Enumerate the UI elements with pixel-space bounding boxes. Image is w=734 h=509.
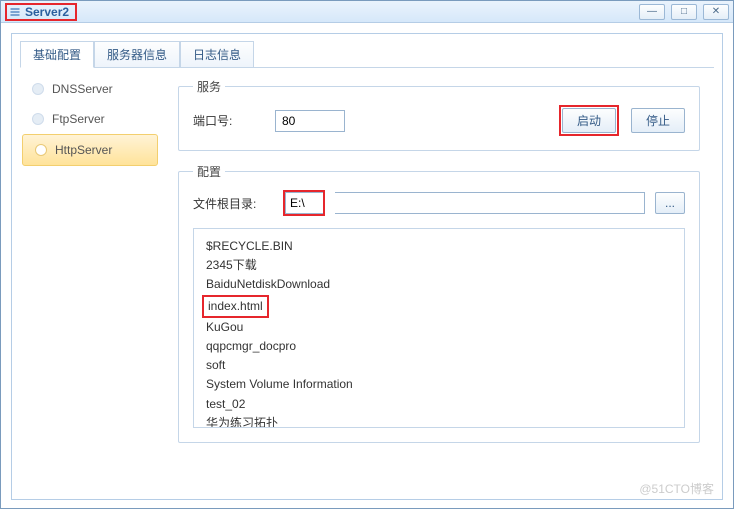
sidebar-item-dns[interactable]: DNSServer <box>20 74 160 104</box>
file-list[interactable]: $RECYCLE.BIN2345下载BaiduNetdiskDownloadin… <box>193 228 685 428</box>
status-dot-icon <box>32 113 44 125</box>
window-controls: — □ ✕ <box>639 4 729 20</box>
file-item[interactable]: qqpcmgr_docpro <box>206 337 672 356</box>
stop-button[interactable]: 停止 <box>631 108 685 133</box>
start-button-highlight: 启动 <box>559 105 619 136</box>
content-area: 基础配置 服务器信息 日志信息 DNSServer FtpServer <box>1 23 733 508</box>
file-item[interactable]: System Volume Information <box>206 375 672 394</box>
server-sidebar: DNSServer FtpServer HttpServer <box>20 68 160 492</box>
close-button[interactable]: ✕ <box>703 4 729 20</box>
tab-basic[interactable]: 基础配置 <box>20 41 94 68</box>
file-item[interactable]: test_02 <box>206 395 672 414</box>
port-label: 端口号: <box>193 112 263 129</box>
root-input-highlight <box>283 190 325 216</box>
file-item[interactable]: index.html <box>206 295 672 318</box>
file-item[interactable]: 2345下载 <box>206 256 672 275</box>
file-item[interactable]: BaiduNetdiskDownload <box>206 275 672 294</box>
status-dot-icon <box>32 83 44 95</box>
app-icon <box>9 6 21 18</box>
tab-serverinfo[interactable]: 服务器信息 <box>94 41 180 68</box>
sidebar-item-ftp[interactable]: FtpServer <box>20 104 160 134</box>
sidebar-item-label: FtpServer <box>52 112 105 126</box>
body-split: DNSServer FtpServer HttpServer 服务 <box>20 67 714 492</box>
browse-button[interactable]: ... <box>655 192 685 214</box>
service-group: 服务 端口号: 启动 停止 <box>178 78 700 151</box>
root-dir-input-ext[interactable] <box>335 192 645 214</box>
root-dir-input[interactable] <box>285 192 323 214</box>
maximize-button[interactable]: □ <box>671 4 697 20</box>
app-window: Server2 — □ ✕ 基础配置 服务器信息 日志信息 DNSServer <box>0 0 734 509</box>
file-item[interactable]: $RECYCLE.BIN <box>206 237 672 256</box>
watermark: @51CTO博客 <box>639 480 714 497</box>
tab-bar: 基础配置 服务器信息 日志信息 <box>20 40 714 67</box>
file-item[interactable]: KuGou <box>206 318 672 337</box>
file-item[interactable]: 华为练习拓扑 <box>206 414 672 428</box>
status-dot-icon <box>35 144 47 156</box>
titlebar: Server2 — □ ✕ <box>1 1 733 23</box>
window-title: Server2 <box>25 5 69 19</box>
config-group: 配置 文件根目录: ... $RECYCLE.BIN2345下载BaiduNet… <box>178 163 700 443</box>
inner-panel: 基础配置 服务器信息 日志信息 DNSServer FtpServer <box>11 33 723 500</box>
root-label: 文件根目录: <box>193 195 273 212</box>
root-dir-rest <box>335 192 645 214</box>
main-panel: 服务 端口号: 启动 停止 配置 <box>160 68 714 492</box>
port-input[interactable] <box>275 110 345 132</box>
start-button[interactable]: 启动 <box>562 108 616 133</box>
sidebar-item-label: DNSServer <box>52 82 113 96</box>
file-item[interactable]: soft <box>206 356 672 375</box>
window-title-highlight: Server2 <box>5 3 77 21</box>
sidebar-item-http[interactable]: HttpServer <box>22 134 158 166</box>
config-legend: 配置 <box>193 163 225 180</box>
minimize-button[interactable]: — <box>639 4 665 20</box>
file-item-highlight: index.html <box>202 295 269 318</box>
service-legend: 服务 <box>193 78 225 95</box>
sidebar-item-label: HttpServer <box>55 143 112 157</box>
tab-log[interactable]: 日志信息 <box>180 41 254 68</box>
